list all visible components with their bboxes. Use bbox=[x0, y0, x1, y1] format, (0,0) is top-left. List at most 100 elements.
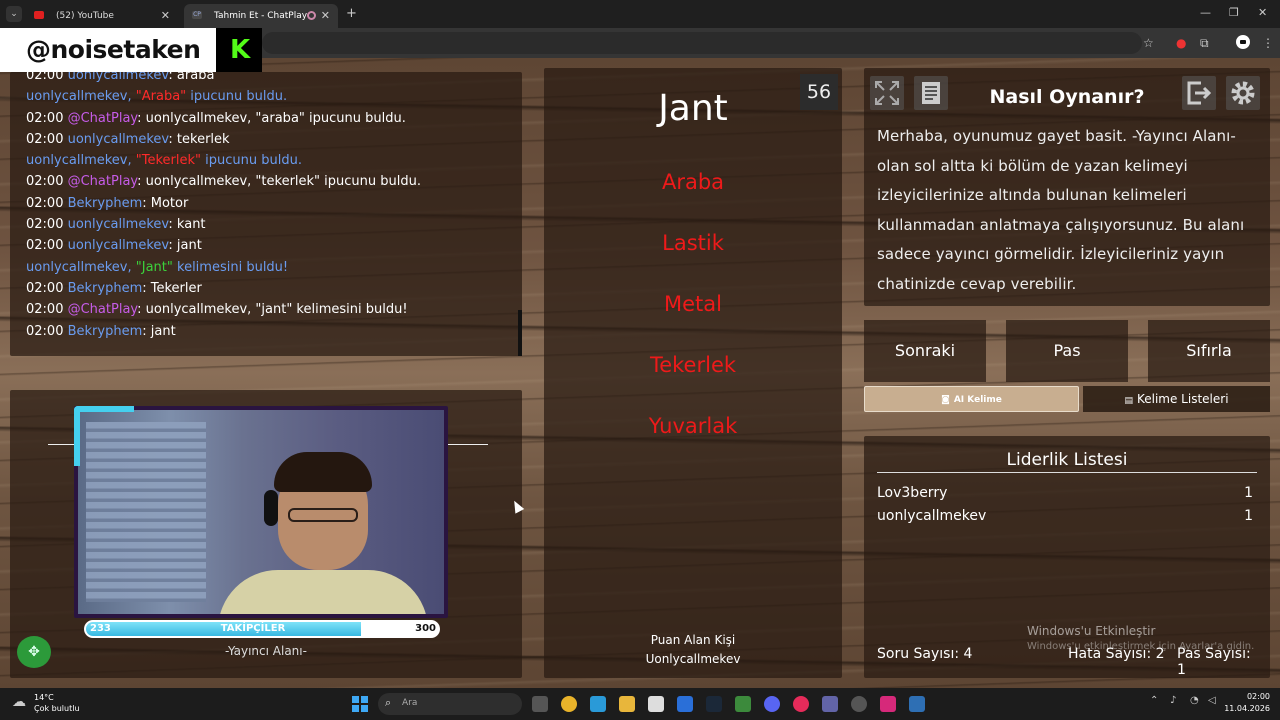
discord-icon[interactable] bbox=[764, 696, 780, 712]
scorer-name: Uonlycallmekev bbox=[645, 652, 741, 666]
teams-icon[interactable] bbox=[822, 696, 838, 712]
obs-icon[interactable] bbox=[851, 696, 867, 712]
app-icon[interactable] bbox=[793, 696, 809, 712]
clock-time[interactable]: 02:00 bbox=[1242, 692, 1270, 701]
start-button[interactable] bbox=[352, 696, 368, 712]
chat-message: 02:00 @ChatPlay: uonlycallmekev, "tekerl… bbox=[26, 174, 421, 190]
weather-temperature[interactable]: 14°C bbox=[34, 693, 54, 702]
tab-search-button[interactable]: ⌄ bbox=[6, 6, 22, 22]
file-explorer-icon[interactable] bbox=[619, 696, 635, 712]
banned-word: Araba bbox=[661, 170, 725, 194]
mic-icon[interactable]: ♪ bbox=[1170, 695, 1176, 706]
new-tab-button[interactable]: + bbox=[346, 6, 357, 21]
question-count: Soru Sayısı: 4 bbox=[877, 646, 973, 662]
banned-word: Tekerlek bbox=[649, 353, 737, 377]
chat-message: 02:00 uonlycallmekev: tekerlek bbox=[26, 131, 230, 147]
chat-system-message: uonlycallmekev, "Araba" ipucunu buldu. bbox=[26, 89, 288, 105]
chat-message: 02:00 uonlycallmekev: jant bbox=[26, 238, 202, 254]
store-icon[interactable] bbox=[648, 696, 664, 712]
tray-chevron-icon[interactable]: ⌃ bbox=[1150, 695, 1158, 706]
recording-icon bbox=[307, 11, 316, 20]
target-word: Jant bbox=[658, 88, 728, 129]
exit-icon bbox=[1187, 81, 1212, 105]
chat-message: 02:00 Bekryphem: Tekerler bbox=[26, 280, 202, 296]
followers-label: TAKİPÇİLER bbox=[220, 623, 286, 634]
taskbar-search[interactable]: ⌕ Ara bbox=[378, 693, 522, 715]
streamer-area-label: -Yayıncı Alanı- bbox=[225, 644, 307, 658]
pass-count: Pas Sayısı: 1 bbox=[1177, 646, 1251, 678]
divider bbox=[877, 472, 1257, 473]
windows-taskbar bbox=[0, 688, 1280, 720]
browser-menu-icon[interactable]: ⋮ bbox=[1262, 36, 1274, 50]
followers-goal-bar: 233 TAKİPÇİLER 300 bbox=[84, 620, 440, 638]
banned-word: Metal bbox=[664, 292, 722, 316]
exit-button[interactable] bbox=[1182, 76, 1216, 110]
chat-message: 02:00 uonlycallmekev: kant bbox=[26, 217, 206, 233]
windows-activation-watermark: Windows'u Etkinleştir bbox=[1027, 624, 1156, 638]
search-icon: ⌕ bbox=[385, 696, 392, 709]
profile-avatar[interactable] bbox=[1236, 35, 1250, 49]
close-tab-icon[interactable]: ✕ bbox=[161, 9, 170, 22]
leaderboard-title: Liderlik Listesi bbox=[1006, 450, 1128, 470]
network-icon[interactable]: ◔ bbox=[1190, 695, 1199, 706]
chat-message: 02:00 @ChatPlay: uonlycallmekev, "araba"… bbox=[26, 110, 406, 126]
chatplay-favicon: CP bbox=[192, 11, 202, 19]
close-tab-icon[interactable]: ✕ bbox=[321, 9, 330, 22]
minecraft-icon[interactable] bbox=[735, 696, 751, 712]
instagram-icon[interactable] bbox=[880, 696, 896, 712]
chat-message: 02:00 Bekryphem: Motor bbox=[26, 195, 189, 211]
weather-description[interactable]: Çok bulutlu bbox=[34, 704, 80, 713]
webcam-frame-accent bbox=[74, 406, 134, 466]
address-input[interactable] bbox=[262, 32, 1142, 54]
chat-scrollbar[interactable] bbox=[518, 310, 522, 356]
robot-icon: ◙ bbox=[941, 395, 950, 405]
reset-button[interactable]: Sıfırla bbox=[1148, 320, 1270, 382]
chat-system-message: uonlycallmekev, "Tekerlek" ipucunu buldu… bbox=[26, 153, 302, 169]
close-window-button[interactable]: ✕ bbox=[1258, 6, 1267, 19]
scorer-title: Puan Alan Kişi bbox=[650, 633, 736, 647]
gear-icon bbox=[1231, 81, 1255, 105]
stream-handle-overlay: @noisetaken bbox=[0, 28, 216, 72]
extensions-puzzle-icon[interactable]: ⧉ bbox=[1200, 36, 1209, 51]
clock-date[interactable]: 11.04.2026 bbox=[1224, 704, 1270, 713]
followers-goal: 300 bbox=[415, 623, 436, 634]
next-button[interactable]: Sonraki bbox=[864, 320, 986, 382]
banned-word: Yuvarlak bbox=[648, 414, 738, 438]
game-page: 02:00 uonlycallmekev: araba uonlycallmek… bbox=[0, 58, 1280, 688]
tab-youtube[interactable]: (52) YouTube ✕ bbox=[26, 4, 178, 28]
notes-button[interactable] bbox=[914, 76, 948, 110]
bookmark-star-icon[interactable]: ☆ bbox=[1143, 36, 1154, 50]
chrome-icon[interactable] bbox=[561, 696, 577, 712]
extension-icon[interactable]: ● bbox=[1176, 36, 1186, 50]
fullscreen-button[interactable] bbox=[870, 76, 904, 110]
move-handle-icon[interactable]: ✥ bbox=[17, 636, 51, 668]
notepad-icon: ▤ bbox=[1124, 396, 1133, 406]
fullscreen-icon bbox=[875, 81, 899, 105]
minimize-button[interactable]: — bbox=[1200, 6, 1211, 19]
settings-button[interactable] bbox=[1226, 76, 1260, 110]
banned-word: Lastik bbox=[662, 231, 724, 255]
weather-icon[interactable]: ☁ bbox=[12, 694, 26, 710]
chat-system-message: uonlycallmekev, "Jant" kelimesini buldu! bbox=[26, 259, 289, 275]
volume-icon[interactable]: ◁ bbox=[1208, 695, 1216, 706]
chat-message: 02:00 @ChatPlay: uonlycallmekev, "jant" … bbox=[26, 302, 408, 318]
steam-icon[interactable] bbox=[706, 696, 722, 712]
how-to-play-title: Nasıl Oynanır? bbox=[989, 86, 1145, 108]
chat-log: 02:00 uonlycallmekev: araba uonlycallmek… bbox=[26, 65, 516, 342]
ai-word-button[interactable]: ◙ AI Kelime bbox=[864, 386, 1079, 412]
how-to-play-text: Merhaba, oyunumuz gayet basit. -Yayıncı … bbox=[877, 127, 1245, 293]
tab-chatplay[interactable]: CP Tahmin Et - ChatPlay ✕ bbox=[184, 4, 338, 28]
word-lists-label: Kelime Listeleri bbox=[1136, 392, 1229, 406]
tab-label: (52) YouTube bbox=[56, 11, 114, 21]
pass-button[interactable]: Pas bbox=[1006, 320, 1128, 382]
ai-word-label: AI Kelime bbox=[953, 395, 1002, 405]
tab-label: Tahmin Et - ChatPlay bbox=[214, 11, 308, 21]
mail-icon[interactable] bbox=[677, 696, 693, 712]
document-icon bbox=[922, 82, 940, 104]
task-view-icon[interactable] bbox=[532, 696, 548, 712]
app-icon[interactable] bbox=[909, 696, 925, 712]
search-placeholder: Ara bbox=[402, 698, 418, 708]
maximize-button[interactable]: ❐ bbox=[1229, 6, 1239, 19]
app-icon[interactable] bbox=[590, 696, 606, 712]
word-lists-button[interactable]: ▤ Kelime Listeleri bbox=[1083, 386, 1270, 412]
